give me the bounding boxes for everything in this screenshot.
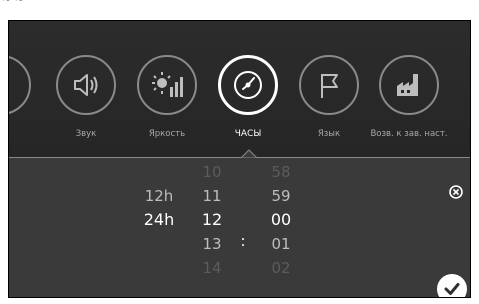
hour-option[interactable]: 11: [192, 184, 232, 208]
clock-picker-panel: 12h 24h 10 11 12 13 14 : 58 59 00 01 02: [9, 158, 470, 297]
hours-wheel[interactable]: 10 11 12 13 14: [192, 160, 232, 280]
menu-item-label: ЧАСЫ: [234, 129, 262, 139]
hour-option[interactable]: 10: [192, 160, 232, 184]
time-separator: :: [240, 232, 246, 250]
menu-item-brightness[interactable]: Яркость: [127, 21, 207, 157]
menu-item-clock[interactable]: ЧАСЫ: [208, 21, 288, 157]
brightness-icon: [137, 55, 197, 115]
minute-option-selected[interactable]: 00: [261, 208, 301, 232]
clock-icon: [218, 55, 278, 115]
minute-option[interactable]: 02: [261, 256, 301, 280]
settings-screen: Звук Яркость ЧАСЫ Язык Возв. к зав. наст…: [8, 20, 471, 298]
format-option[interactable]: 12h: [139, 184, 179, 208]
minute-option[interactable]: 58: [261, 160, 301, 184]
hour-option[interactable]: 13: [192, 232, 232, 256]
confirm-button[interactable]: [437, 274, 467, 297]
menu-item-partial[interactable]: [9, 21, 41, 157]
menu-item-sound[interactable]: Звук: [46, 21, 126, 157]
factory-icon: [379, 55, 439, 115]
menu-item-label: Яркость: [148, 129, 186, 139]
menu-item-factory-reset[interactable]: Возв. к зав. наст.: [369, 21, 449, 157]
hour-option[interactable]: 14: [192, 256, 232, 280]
settings-icon-bar: Звук Яркость ЧАСЫ Язык Возв. к зав. наст…: [9, 21, 470, 157]
close-icon[interactable]: [449, 185, 463, 199]
format-wheel[interactable]: 12h 24h: [139, 184, 179, 232]
hour-option-selected[interactable]: 12: [192, 208, 232, 232]
menu-item-label: Звук: [75, 129, 97, 139]
minutes-wheel[interactable]: 58 59 00 01 02: [261, 160, 301, 280]
minute-option[interactable]: 01: [261, 232, 301, 256]
cropped-caption: ~ ~: [2, 0, 24, 6]
flag-icon: [299, 55, 359, 115]
menu-item-label: Язык: [317, 129, 341, 139]
menu-item-label: Возв. к зав. наст.: [370, 129, 448, 139]
speaker-icon: [56, 55, 116, 115]
active-item-pointer: [241, 149, 257, 158]
checkmark-icon: [444, 283, 460, 295]
top-cropped-text: ~ ~: [0, 0, 479, 10]
menu-item-language[interactable]: Язык: [289, 21, 369, 157]
minute-option[interactable]: 59: [261, 184, 301, 208]
format-option-selected[interactable]: 24h: [139, 208, 179, 232]
partial-icon: [9, 55, 31, 115]
